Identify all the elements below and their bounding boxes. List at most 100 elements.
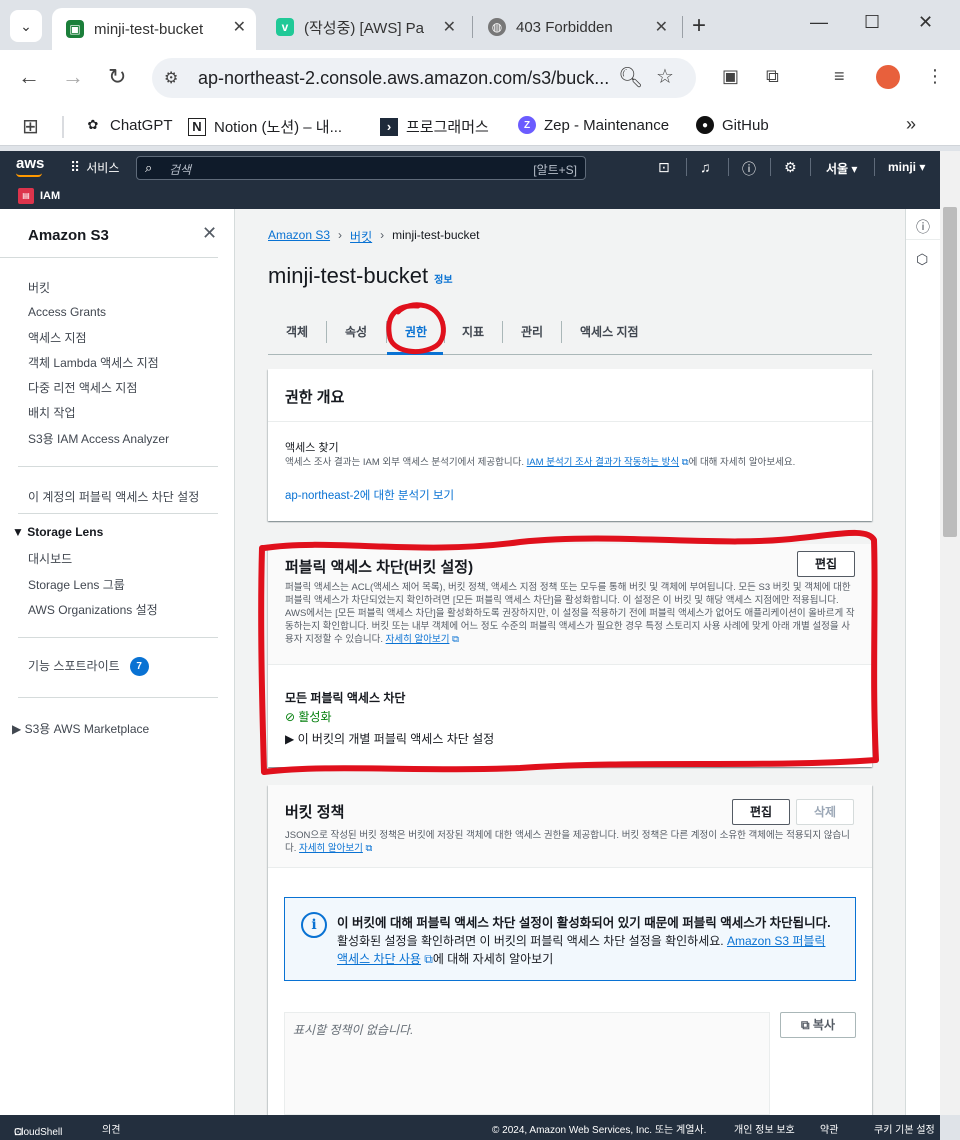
reload-icon[interactable]: ↻ xyxy=(108,64,126,90)
account-menu[interactable]: minji ▾ xyxy=(888,160,925,174)
services-label: 서비스 xyxy=(86,161,120,175)
scroll-thumb[interactable] xyxy=(943,207,957,537)
learn-more-link[interactable]: 자세히 알아보기 xyxy=(386,634,450,645)
bookmark-star-icon[interactable]: ☆ xyxy=(656,64,674,89)
privacy-link[interactable]: 개인 정보 보호 xyxy=(734,1121,795,1136)
bookmark-zep[interactable]: Z Zep - Maintenance xyxy=(518,116,669,134)
caret-right-icon: ▶ xyxy=(285,732,298,746)
feedback-link[interactable]: 의견 xyxy=(102,1121,120,1136)
tab-search-button[interactable]: ⌄ xyxy=(10,10,42,42)
sidebar-item-dashboards[interactable]: 대시보드 xyxy=(28,550,72,567)
iam-icon[interactable]: ▤ xyxy=(18,188,34,204)
tab-properties[interactable]: 속성 xyxy=(345,323,367,340)
tab-divider xyxy=(561,321,562,343)
browser-tab-3[interactable]: ◍ 403 Forbidden ✕ xyxy=(474,8,678,46)
region-selector[interactable]: 서울 ▾ xyxy=(826,160,857,177)
page-scrollbar[interactable] xyxy=(940,151,960,1115)
info-link[interactable]: 정보 xyxy=(434,275,452,286)
nav-divider xyxy=(728,158,729,176)
sidebar-item-org-settings[interactable]: AWS Organizations 설정 xyxy=(28,601,158,618)
edit-button[interactable]: 편집 xyxy=(732,799,790,825)
help-icon[interactable]: ⓘ xyxy=(742,159,756,179)
breadcrumb-buckets[interactable]: 버킷 xyxy=(350,228,372,245)
new-tab-button[interactable]: + xyxy=(692,12,706,40)
sidebar-item-access-grants[interactable]: Access Grants xyxy=(28,305,106,319)
tab-title: minji-test-bucket xyxy=(94,20,204,38)
desc-text: 퍼블릭 액세스는 ACL(액세스 제어 목록), 버킷 정책, 액세스 지점 정… xyxy=(285,582,855,645)
zoom-icon[interactable]: 🔍︎ xyxy=(618,65,643,90)
tab-management[interactable]: 관리 xyxy=(521,323,543,340)
expand-individual-settings[interactable]: ▶ 이 버킷의 개별 퍼블릭 액세스 차단 설정 xyxy=(285,730,494,747)
block-all-label: 모든 퍼블릭 액세스 차단 xyxy=(285,691,406,705)
cookie-preferences-link[interactable]: 쿠키 기본 설정 xyxy=(874,1121,935,1136)
close-icon[interactable]: ✕ xyxy=(202,223,217,244)
sidebar-storage-lens-header[interactable]: ▼ Storage Lens xyxy=(12,525,103,539)
more-bookmarks-icon[interactable]: » xyxy=(906,114,916,135)
breadcrumb-amazon-s3[interactable]: Amazon S3 xyxy=(268,228,330,245)
browser-toolbar: ← → ↻ ⚙ ap-northeast-2.console.aws.amazo… xyxy=(0,50,960,106)
sidebar-item-multi-region[interactable]: 다중 리전 액세스 지점 xyxy=(28,379,137,396)
cloudshell-icon[interactable]: ⊡ xyxy=(658,159,670,176)
extension-icon[interactable]: ▣ xyxy=(722,66,739,87)
tab-metrics[interactable]: 지표 xyxy=(462,323,484,340)
close-icon[interactable]: ✕ xyxy=(443,17,456,37)
menu-icon[interactable]: ⋮ xyxy=(926,66,944,87)
bookmark-github[interactable]: ● GitHub xyxy=(696,116,769,134)
sidebar-item-lambda-access-points[interactable]: 객체 Lambda 액세스 지점 xyxy=(28,354,159,371)
tab-divider xyxy=(326,321,327,343)
info-panel-icon[interactable]: ⓘ xyxy=(916,217,930,237)
browser-tab-1[interactable]: ▣ minji-test-bucket ✕ xyxy=(52,8,256,50)
sidebar-item-lens-groups[interactable]: Storage Lens 그룹 xyxy=(28,576,125,593)
edit-button[interactable]: 편집 xyxy=(797,551,855,577)
settings-gear-icon[interactable]: ⚙ xyxy=(784,159,797,176)
profile-avatar[interactable] xyxy=(876,65,900,89)
browser-tab-2[interactable]: v (작성중) [AWS] Pa ✕ xyxy=(262,8,466,46)
tab-objects[interactable]: 객체 xyxy=(286,323,308,340)
aws-logo[interactable]: aws xyxy=(16,155,44,172)
empty-policy-text: 표시할 정책이 없습니다. xyxy=(293,1023,414,1037)
external-link-icon: ⧉ xyxy=(362,843,373,854)
hexagon-icon[interactable]: ⬡ xyxy=(916,251,928,268)
aws-search-input[interactable]: ⌕ 검색 [알트+S] xyxy=(136,156,586,180)
velog-favicon-icon: v xyxy=(276,18,294,36)
minimize-icon[interactable]: — xyxy=(810,12,828,33)
close-icon[interactable]: ✕ xyxy=(233,17,246,37)
sidebar-item-feature-spotlight[interactable]: 기능 스포트라이트 7 xyxy=(28,657,149,677)
sidebar-item-access-analyzer[interactable]: S3용 IAM Access Analyzer xyxy=(28,430,169,447)
back-icon[interactable]: ← xyxy=(18,64,40,90)
bookmark-chatgpt[interactable]: ✿ ChatGPT xyxy=(84,116,173,134)
maximize-icon[interactable]: ☐ xyxy=(864,12,880,33)
iam-analyzer-link[interactable]: IAM 분석기 조사 결과가 작동하는 방식 xyxy=(527,457,679,468)
chatgpt-icon: ✿ xyxy=(87,117,99,132)
sidebar-item-account-block-settings[interactable]: 이 계정의 퍼블릭 액세스 차단 설정 xyxy=(28,488,199,505)
copy-button[interactable]: ⧉ 복사 xyxy=(780,1012,856,1038)
favorite-iam[interactable]: IAM xyxy=(40,190,60,202)
url-text[interactable]: ap-northeast-2.console.aws.amazon.com/s3… xyxy=(198,68,609,89)
bookmark-programmers[interactable]: › 프로그래머스 xyxy=(380,116,489,137)
sidebar-item-batch-ops[interactable]: 배치 작업 xyxy=(28,404,76,421)
sidebar-item-buckets[interactable]: 버킷 xyxy=(28,279,50,296)
alert-title: 이 버킷에 대해 퍼블릭 액세스 차단 설정이 활성화되어 있기 때문에 퍼블릭… xyxy=(337,916,831,930)
policy-json-editor[interactable]: 표시할 정책이 없습니다. xyxy=(284,1012,770,1115)
window-close-icon[interactable]: ✕ xyxy=(918,12,933,33)
media-icon[interactable]: ≡ xyxy=(834,66,845,87)
puzzle-icon[interactable]: ⧉ xyxy=(766,66,779,87)
apps-grid-icon[interactable]: ⊞ xyxy=(22,114,39,139)
view-analyzer-link[interactable]: ap-northeast-2에 대한 분석기 보기 xyxy=(285,487,454,503)
divider xyxy=(268,867,872,868)
tab-access-points[interactable]: 액세스 지점 xyxy=(580,323,639,340)
services-menu[interactable]: ⠿ 서비스 xyxy=(70,159,119,176)
tab-permissions[interactable]: 권한 xyxy=(405,323,427,340)
chevron-right-icon: › xyxy=(338,228,343,242)
notifications-icon[interactable]: ♫ xyxy=(700,159,711,175)
delete-button[interactable]: 삭제 xyxy=(796,799,854,825)
sidebar-item-access-points[interactable]: 액세스 지점 xyxy=(28,329,87,346)
bookmark-notion[interactable]: N Notion (노션) – 내... xyxy=(188,116,342,137)
learn-more-link[interactable]: 자세히 알아보기 xyxy=(299,843,363,854)
site-info-icon[interactable]: ⚙ xyxy=(164,68,178,88)
address-bar[interactable]: ⚙ ap-northeast-2.console.aws.amazon.com/… xyxy=(152,58,696,98)
forward-icon[interactable]: → xyxy=(62,64,84,90)
terms-link[interactable]: 약관 xyxy=(820,1121,838,1136)
close-icon[interactable]: ✕ xyxy=(655,17,668,37)
sidebar-item-marketplace[interactable]: ▶ S3용 AWS Marketplace xyxy=(12,720,149,737)
